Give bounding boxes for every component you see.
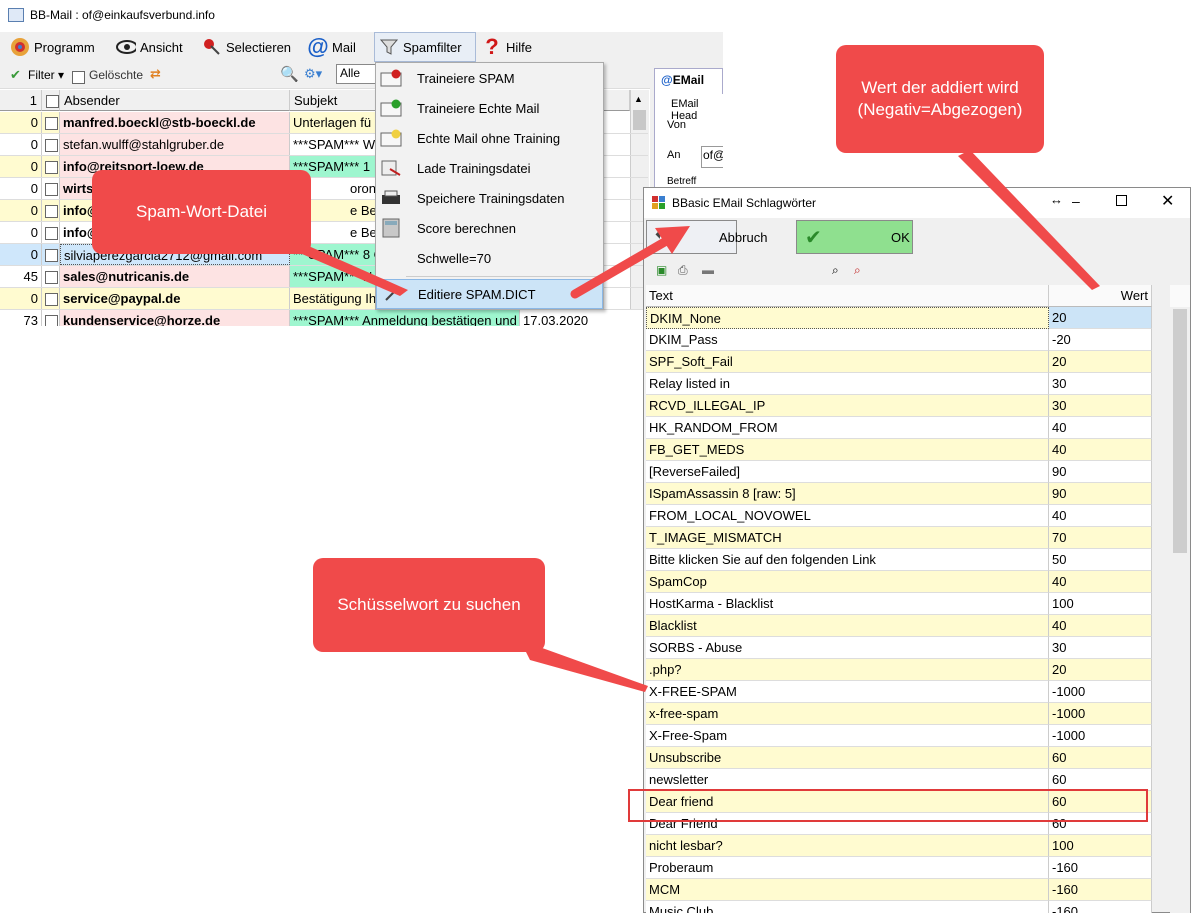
callout-value-note: Wert der addiert wird (Negativ=Abgezogen… [836,45,1044,153]
callout-keyword-note: Schüsselwort zu suchen [313,558,545,652]
dear-friend-highlight [628,789,1148,822]
callout-spam-file: Spam-Wort-Datei [92,170,311,254]
arrow-to-dialog [570,226,690,299]
value-note-pointer [958,150,1100,290]
